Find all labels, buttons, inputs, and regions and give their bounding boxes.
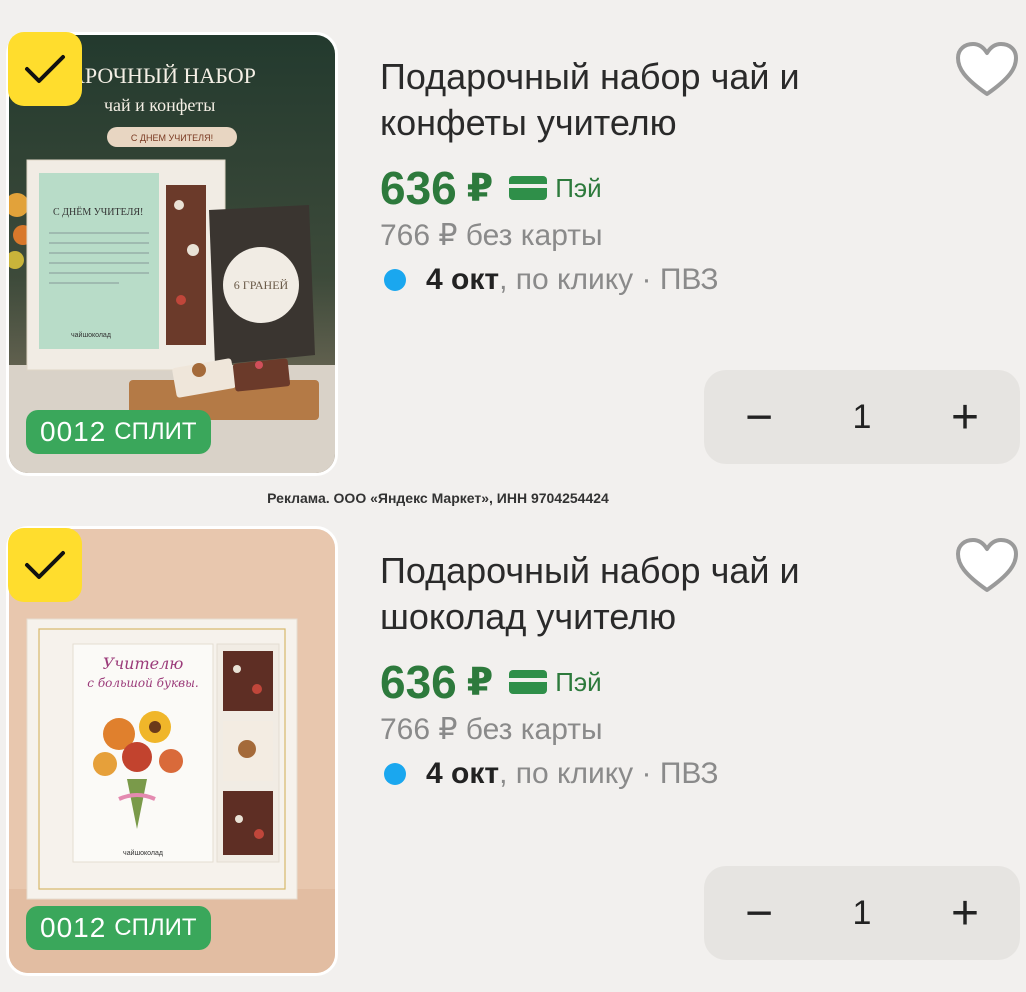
decrease-button[interactable]: − [704,370,814,464]
favorite-button[interactable] [954,536,1020,596]
split-number: 0012 [40,416,107,447]
pay-card-icon [509,670,548,694]
delivery-dot-icon [384,763,406,785]
product-title[interactable]: Подарочный набор чай и шоколад учителю [380,548,900,640]
image-tea-label: 6 ГРАНЕЙ [234,278,289,292]
old-price: 766 ₽ без карты [380,219,603,252]
split-badge: 0012 СПЛИТ [26,906,211,950]
delivery-details: , по клику · ПВЗ [499,263,719,296]
quantity-value: 1 [852,397,872,436]
delivery-info: 4 окт , по клику · ПВЗ [384,754,719,794]
favorite-button[interactable] [954,40,1020,100]
check-icon [25,55,65,83]
pay-card-icon [509,176,548,200]
decrease-button[interactable]: − [704,866,814,960]
currency: ₽ [466,661,494,704]
delivery-date: 4 окт [426,263,500,296]
image-card-title: С ДНЁМ УЧИТЕЛЯ! [53,206,143,218]
split-number: 0012 [40,912,107,943]
image-card-title-2: с большой буквы. [87,676,198,690]
split-badge: 0012 СПЛИТ [26,410,211,454]
image-brand: чайшоколад [71,331,111,339]
quantity-stepper[interactable]: − 1 + [704,370,1020,464]
selected-checkbox[interactable] [8,32,82,106]
image-header: АРОЧНЫЙ НАБОР [69,63,256,88]
increase-button[interactable]: + [910,866,1020,960]
quantity-value: 1 [852,893,872,932]
product-card[interactable]: Учителю с большой буквы. чайшоколад 0012… [0,518,1026,992]
split-label: СПЛИТ [114,418,197,445]
heart-icon [956,42,1018,96]
price: 636 [380,656,457,708]
price-row: 636 ₽ Пэй [380,162,602,214]
ad-disclaimer: Реклама. ООО «Яндекс Маркет», ИНН 970425… [267,490,609,506]
delivery-info: 4 окт , по клику · ПВЗ [384,260,719,300]
image-sub: чай и конфеты [104,95,215,115]
old-price: 766 ₽ без карты [380,713,603,746]
check-icon [25,551,65,579]
delivery-date: 4 окт [426,757,500,790]
image-brand: чайшоколад [123,849,163,857]
heart-icon [956,538,1018,592]
pay-label: Пэй [555,666,602,697]
product-title[interactable]: Подарочный набор чай и конфеты учителю [380,54,900,146]
increase-button[interactable]: + [910,370,1020,464]
split-label: СПЛИТ [114,914,197,941]
image-card-title-1: Учителю [103,654,184,673]
quantity-stepper[interactable]: − 1 + [704,866,1020,960]
delivery-details: , по клику · ПВЗ [499,757,719,790]
pay-label: Пэй [555,172,602,203]
price-row: 636 ₽ Пэй [380,656,602,708]
price: 636 [380,162,457,214]
currency: ₽ [466,167,494,210]
delivery-dot-icon [384,269,406,291]
image-badge: С ДНЕМ УЧИТЕЛЯ! [131,133,213,143]
selected-checkbox[interactable] [8,528,82,602]
product-card[interactable]: АРОЧНЫЙ НАБОР чай и конфеты С ДНЕМ УЧИТЕ… [0,0,1026,490]
